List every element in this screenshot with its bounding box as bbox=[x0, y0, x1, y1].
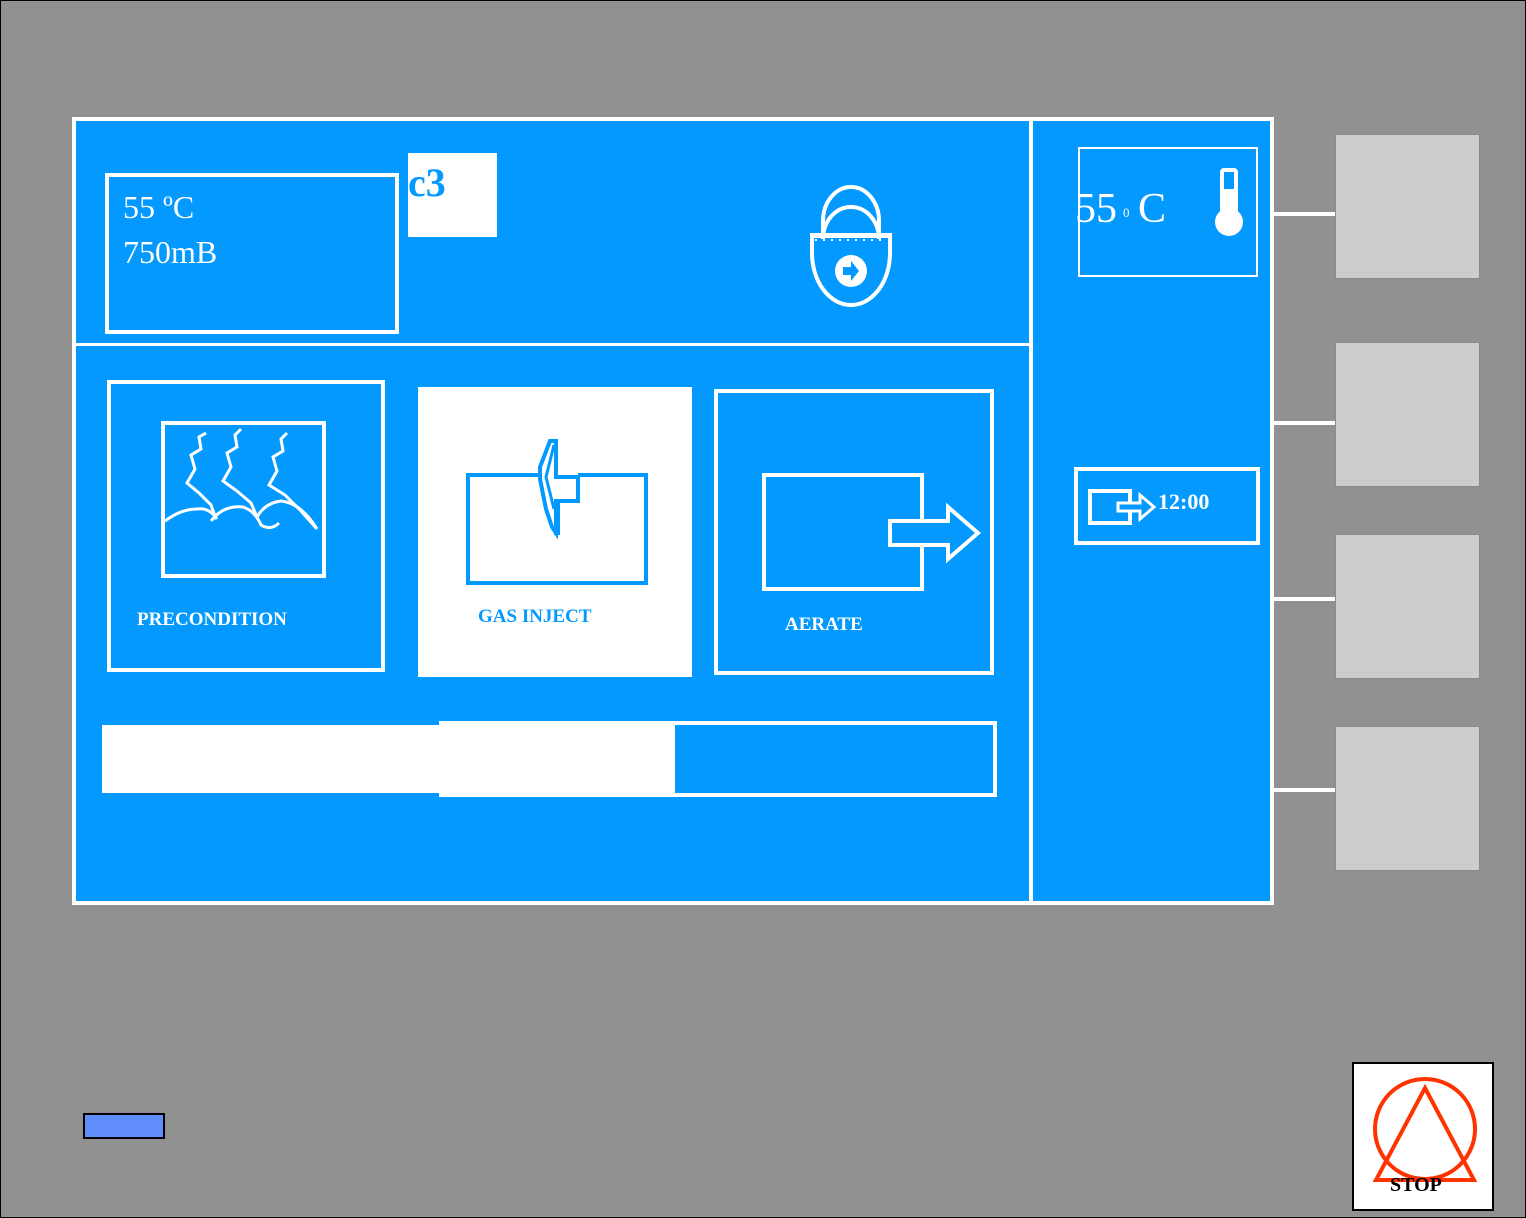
display-screen: 55 ºC 750mB c3 PRECONDITION GAS INJECT A… bbox=[72, 117, 1274, 905]
gas-inject-arrow-icon bbox=[460, 437, 650, 589]
side-temp-degree: 0 bbox=[1123, 205, 1130, 220]
padlock-icon[interactable] bbox=[803, 177, 899, 309]
soft-key-3[interactable] bbox=[1335, 534, 1480, 679]
stop-triangle-icon bbox=[1370, 1074, 1480, 1186]
soft-key-3-connector bbox=[1271, 597, 1335, 601]
side-timer-value: 12:00 bbox=[1158, 489, 1210, 514]
exit-timer-icon bbox=[1088, 485, 1158, 527]
screen-divider-horizontal bbox=[76, 343, 1029, 346]
cycle-code: c3 bbox=[408, 160, 446, 205]
soft-key-2-connector bbox=[1271, 421, 1335, 425]
stage-precondition-label: PRECONDITION bbox=[137, 609, 287, 630]
side-temperature-box: 55 0 C bbox=[1075, 147, 1258, 277]
pressure-readout: 750mB bbox=[123, 234, 218, 270]
cycle-code-badge: c3 bbox=[408, 153, 497, 237]
stop-label: STOP bbox=[1390, 1174, 1442, 1196]
temperature-readout: 55 ºC bbox=[123, 189, 195, 225]
screen-divider-vertical bbox=[1029, 121, 1033, 901]
aerate-arrow-icon bbox=[762, 473, 984, 595]
thermometer-icon bbox=[1212, 167, 1246, 239]
cycle-progress-bar bbox=[102, 721, 997, 797]
status-indicator-light bbox=[83, 1113, 165, 1139]
status-readout: 55 ºC 750mB bbox=[105, 173, 399, 334]
soft-key-4[interactable] bbox=[1335, 726, 1480, 871]
stop-button[interactable]: STOP bbox=[1352, 1062, 1494, 1211]
control-panel-bezel: 55 ºC 750mB c3 PRECONDITION GAS INJECT A… bbox=[0, 0, 1526, 1218]
soft-key-1-connector bbox=[1271, 212, 1335, 216]
stage-aerate-button[interactable]: AERATE bbox=[714, 389, 994, 675]
humidity-waves-icon bbox=[161, 421, 326, 578]
stage-gas-inject-button[interactable]: GAS INJECT bbox=[418, 387, 692, 677]
stage-aerate-label: AERATE bbox=[785, 614, 863, 635]
soft-key-4-connector bbox=[1271, 788, 1335, 792]
stage-precondition-button[interactable]: PRECONDITION bbox=[107, 380, 385, 672]
progress-fill bbox=[102, 725, 675, 793]
side-temp-value: 55 bbox=[1075, 186, 1117, 232]
side-timer-box[interactable]: 12:00 bbox=[1074, 467, 1260, 545]
soft-key-2[interactable] bbox=[1335, 342, 1480, 487]
stage-gas-inject-label: GAS INJECT bbox=[478, 606, 592, 627]
side-temp-unit: C bbox=[1138, 186, 1167, 232]
soft-key-1[interactable] bbox=[1335, 134, 1480, 279]
